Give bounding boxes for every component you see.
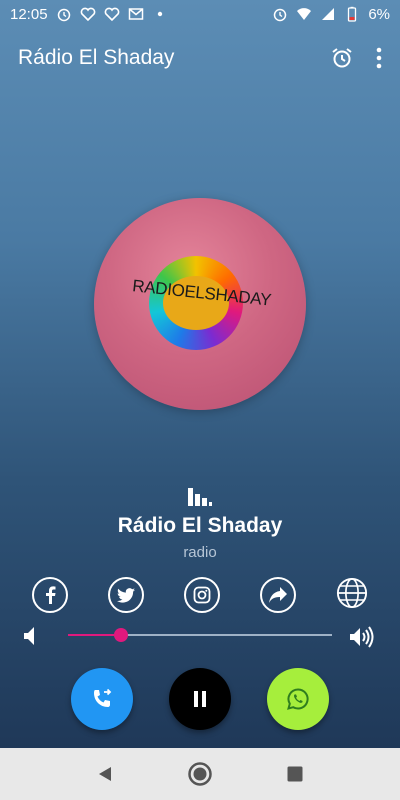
alarm-icon (274, 8, 287, 22)
radio-player-screen: 12:05 6% Rádio El Shaday RADIOELSHADAY R… (0, 0, 400, 800)
back-icon[interactable] (96, 765, 114, 783)
instagram-icon[interactable] (184, 577, 220, 613)
phone-forward-icon (94, 688, 112, 707)
facebook-icon[interactable] (32, 577, 68, 613)
station-name: Rádio El Shaday (117, 514, 283, 537)
alarm-clock-icon[interactable] (330, 46, 354, 70)
battery-icon (348, 6, 357, 22)
status-bar: 12:05 6% (0, 0, 400, 28)
equalizer-icon (188, 488, 212, 506)
album-artwork-disc: RADIOELSHADAY (94, 198, 306, 410)
volume-slider-fill (68, 634, 121, 636)
volume-low-icon[interactable] (24, 626, 40, 646)
gmail-icon (128, 8, 143, 20)
app-bar: Rádio El Shaday (0, 36, 400, 80)
volume-slider[interactable] (68, 628, 332, 642)
home-icon[interactable] (187, 761, 213, 787)
call-button[interactable] (71, 668, 133, 730)
website-icon[interactable] (336, 577, 368, 609)
whatsapp-button[interactable] (267, 668, 329, 730)
more-vert-icon[interactable] (376, 47, 382, 69)
alarm-icon (57, 8, 70, 22)
pause-button[interactable] (169, 668, 231, 730)
whatsapp-icon (287, 688, 309, 710)
battery-percent: 6% (368, 5, 390, 23)
twitter-icon[interactable] (108, 577, 144, 613)
heart-icon (80, 7, 95, 22)
dot-icon (157, 11, 162, 17)
wifi-icon (297, 8, 312, 20)
social-links (32, 577, 368, 613)
volume-high-icon[interactable] (350, 626, 376, 648)
share-icon[interactable] (260, 577, 296, 613)
pause-icon (194, 691, 206, 707)
volume-control (24, 624, 376, 648)
station-subtitle: radio (183, 544, 217, 561)
volume-slider-thumb[interactable] (113, 628, 128, 642)
recents-icon[interactable] (286, 765, 304, 783)
playback-controls (0, 668, 400, 732)
heart-icon (104, 7, 119, 22)
app-title: Rádio El Shaday (18, 46, 175, 69)
status-time: 12:05 (10, 5, 48, 23)
system-nav-bar (0, 748, 400, 800)
signal-icon (322, 8, 335, 20)
